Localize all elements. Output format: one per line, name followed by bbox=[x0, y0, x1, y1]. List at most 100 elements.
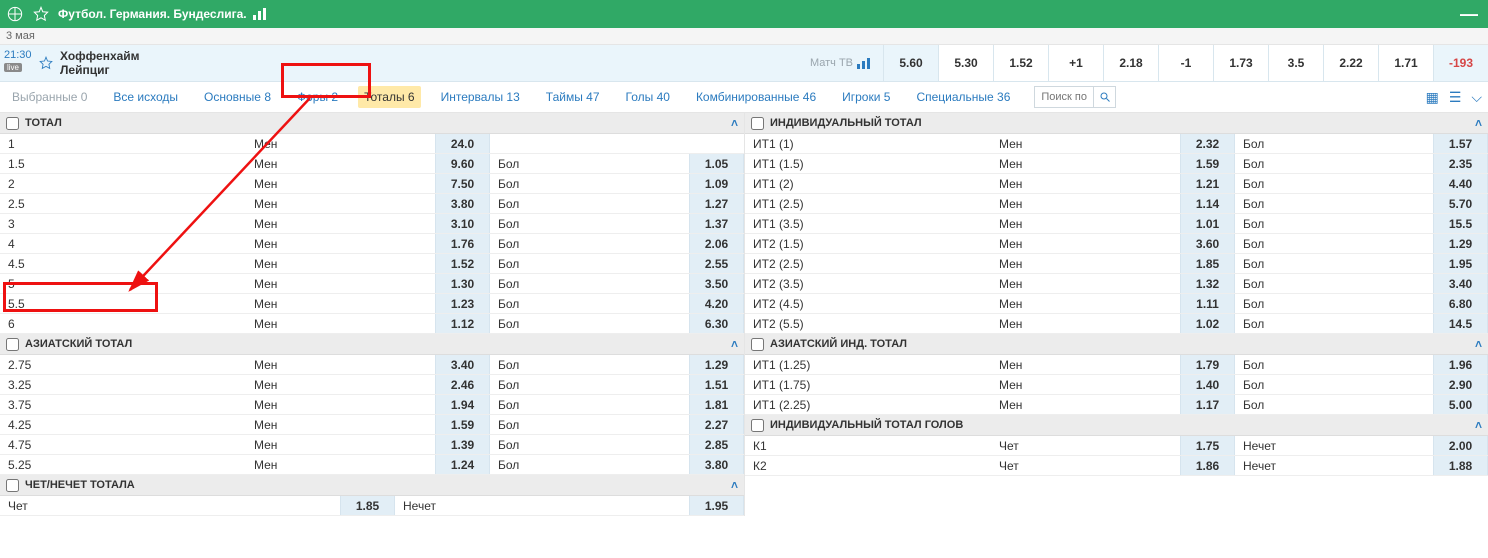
row-odd-over[interactable]: 2.00 bbox=[1433, 436, 1488, 455]
row-odd-under[interactable]: 24.0 bbox=[435, 134, 490, 153]
search-button[interactable] bbox=[1093, 87, 1115, 107]
row-odd-over[interactable]: 1.57 bbox=[1433, 134, 1488, 153]
match-odds-cell[interactable]: 5.30 bbox=[938, 45, 993, 81]
row-odd-under[interactable]: 1.76 bbox=[435, 234, 490, 253]
section-checkbox[interactable] bbox=[751, 419, 764, 432]
row-odd-over[interactable]: 2.90 bbox=[1433, 375, 1488, 394]
row-odd-under[interactable]: 3.40 bbox=[435, 355, 490, 374]
match-odds-cell[interactable]: -1 bbox=[1158, 45, 1213, 81]
tab-item[interactable]: Специальные 36 bbox=[910, 86, 1016, 108]
tab-item[interactable]: Комбинированные 46 bbox=[690, 86, 822, 108]
section-checkbox[interactable] bbox=[6, 117, 19, 130]
tab-item[interactable]: Таймы 47 bbox=[540, 86, 606, 108]
section-checkbox[interactable] bbox=[751, 338, 764, 351]
row-odd-under[interactable]: 7.50 bbox=[435, 174, 490, 193]
match-favorite-icon[interactable] bbox=[36, 45, 56, 81]
tab-item[interactable]: Интервалы 13 bbox=[435, 86, 526, 108]
row-odd-over[interactable]: 1.09 bbox=[689, 174, 744, 193]
row-odd-under[interactable]: 1.85 bbox=[340, 496, 395, 515]
match-odds-cell[interactable]: +1 bbox=[1048, 45, 1103, 81]
row-odd-under[interactable]: 1.32 bbox=[1180, 274, 1235, 293]
row-odd-under[interactable]: 1.17 bbox=[1180, 395, 1235, 414]
match-odds-cell[interactable]: 2.22 bbox=[1323, 45, 1378, 81]
row-odd-under[interactable]: 2.46 bbox=[435, 375, 490, 394]
row-odd-under[interactable]: 1.79 bbox=[1180, 355, 1235, 374]
tab-item[interactable]: Голы 40 bbox=[620, 86, 676, 108]
row-odd-over[interactable]: 2.35 bbox=[1433, 154, 1488, 173]
row-odd-under[interactable]: 1.14 bbox=[1180, 194, 1235, 213]
row-odd-under[interactable]: 1.21 bbox=[1180, 174, 1235, 193]
row-odd-over[interactable]: 1.81 bbox=[689, 395, 744, 414]
stats-icon[interactable] bbox=[253, 8, 269, 20]
row-odd-under[interactable]: 2.32 bbox=[1180, 134, 1235, 153]
row-odd-over[interactable]: 1.88 bbox=[1433, 456, 1488, 475]
match-odds-cell[interactable]: -193 bbox=[1433, 45, 1488, 81]
tab-item[interactable]: Форы 2 bbox=[291, 86, 344, 108]
row-odd-over[interactable]: 2.27 bbox=[689, 415, 744, 434]
row-odd-over[interactable]: 5.70 bbox=[1433, 194, 1488, 213]
match-odds-cell[interactable]: 1.73 bbox=[1213, 45, 1268, 81]
row-odd-under[interactable]: 1.24 bbox=[435, 455, 490, 474]
minimize-icon[interactable]: — bbox=[1460, 9, 1482, 19]
row-odd-over[interactable]: 1.37 bbox=[689, 214, 744, 233]
stats-small-icon[interactable] bbox=[857, 57, 873, 69]
row-odd-under[interactable]: 1.86 bbox=[1180, 456, 1235, 475]
row-odd-over[interactable]: 2.06 bbox=[689, 234, 744, 253]
match-odds-cell[interactable]: 3.5 bbox=[1268, 45, 1323, 81]
grid-icon[interactable]: ▦ bbox=[1426, 89, 1439, 106]
row-odd-over[interactable]: 6.80 bbox=[1433, 294, 1488, 313]
row-odd-under[interactable]: 9.60 bbox=[435, 154, 490, 173]
chevron-up-icon[interactable]: ˄ bbox=[1475, 418, 1482, 432]
row-odd-over[interactable]: 1.51 bbox=[689, 375, 744, 394]
chevron-up-icon[interactable]: ˄ bbox=[731, 337, 738, 351]
row-odd-over[interactable] bbox=[689, 134, 744, 153]
row-odd-over[interactable]: 1.95 bbox=[689, 496, 744, 515]
row-odd-under[interactable]: 1.52 bbox=[435, 254, 490, 273]
chevron-up-icon[interactable]: ˄ bbox=[731, 478, 738, 492]
row-odd-under[interactable]: 3.10 bbox=[435, 214, 490, 233]
row-odd-over[interactable]: 3.40 bbox=[1433, 274, 1488, 293]
row-odd-over[interactable]: 3.80 bbox=[689, 455, 744, 474]
match-odds-cell[interactable]: 2.18 bbox=[1103, 45, 1158, 81]
row-odd-over[interactable]: 1.29 bbox=[1433, 234, 1488, 253]
row-odd-over[interactable]: 4.20 bbox=[689, 294, 744, 313]
row-odd-under[interactable]: 1.39 bbox=[435, 435, 490, 454]
row-odd-under[interactable]: 3.60 bbox=[1180, 234, 1235, 253]
row-odd-over[interactable]: 6.30 bbox=[689, 314, 744, 333]
row-odd-over[interactable]: 15.5 bbox=[1433, 214, 1488, 233]
row-odd-under[interactable]: 1.30 bbox=[435, 274, 490, 293]
section-checkbox[interactable] bbox=[751, 117, 764, 130]
row-odd-over[interactable]: 14.5 bbox=[1433, 314, 1488, 333]
row-odd-under[interactable]: 1.23 bbox=[435, 294, 490, 313]
row-odd-over[interactable]: 2.55 bbox=[689, 254, 744, 273]
row-odd-over[interactable]: 1.05 bbox=[689, 154, 744, 173]
row-odd-under[interactable]: 1.59 bbox=[1180, 154, 1235, 173]
row-odd-over[interactable]: 2.85 bbox=[689, 435, 744, 454]
row-odd-under[interactable]: 3.80 bbox=[435, 194, 490, 213]
row-odd-over[interactable]: 4.40 bbox=[1433, 174, 1488, 193]
match-odds-cell[interactable]: 1.71 bbox=[1378, 45, 1433, 81]
collapse-all-icon[interactable]: ⌵ bbox=[1471, 89, 1482, 106]
favorite-star-icon[interactable] bbox=[32, 5, 50, 23]
tab-item[interactable]: Основные 8 bbox=[198, 86, 277, 108]
row-odd-over[interactable]: 1.27 bbox=[689, 194, 744, 213]
row-odd-under[interactable]: 1.02 bbox=[1180, 314, 1235, 333]
row-odd-over[interactable]: 1.29 bbox=[689, 355, 744, 374]
row-odd-under[interactable]: 1.94 bbox=[435, 395, 490, 414]
match-teams[interactable]: Хоффенхайм Лейпциг bbox=[56, 45, 810, 81]
row-odd-under[interactable]: 1.59 bbox=[435, 415, 490, 434]
chevron-up-icon[interactable]: ˄ bbox=[1475, 337, 1482, 351]
search-input[interactable] bbox=[1035, 91, 1093, 103]
row-odd-over[interactable]: 1.95 bbox=[1433, 254, 1488, 273]
match-odds-cell[interactable]: 1.52 bbox=[993, 45, 1048, 81]
row-odd-under[interactable]: 1.40 bbox=[1180, 375, 1235, 394]
row-odd-over[interactable]: 3.50 bbox=[689, 274, 744, 293]
row-odd-under[interactable]: 1.75 bbox=[1180, 436, 1235, 455]
row-odd-under[interactable]: 1.85 bbox=[1180, 254, 1235, 273]
row-odd-under[interactable]: 1.11 bbox=[1180, 294, 1235, 313]
section-checkbox[interactable] bbox=[6, 479, 19, 492]
tab-item[interactable]: Выбранные 0 bbox=[6, 86, 93, 108]
tab-item[interactable]: Тоталы 6 bbox=[358, 86, 420, 108]
row-odd-under[interactable]: 1.01 bbox=[1180, 214, 1235, 233]
tab-item[interactable]: Все исходы bbox=[107, 86, 184, 108]
